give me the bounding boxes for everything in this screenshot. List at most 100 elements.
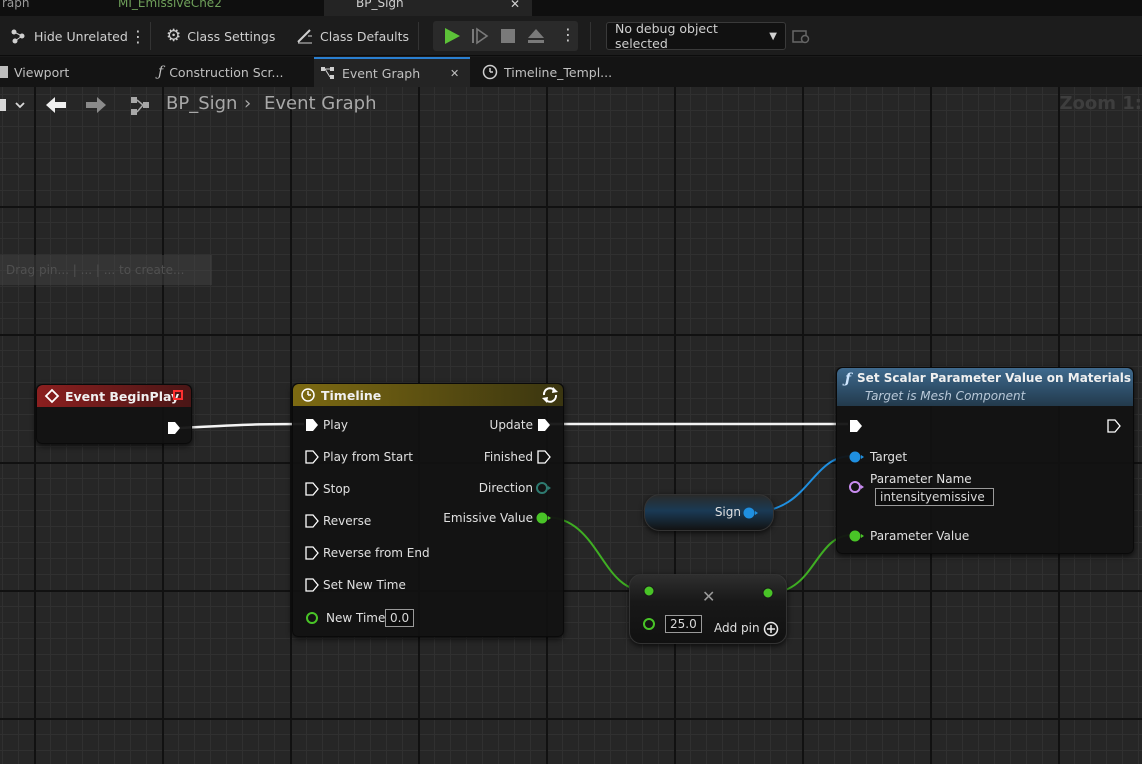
float-in-pin[interactable]: [849, 529, 865, 543]
class-defaults-icon: [297, 29, 312, 44]
multiply-node[interactable]: 25.0 ✕ Add pin: [629, 574, 787, 644]
more-options-icon[interactable]: ⋮: [130, 24, 146, 48]
node-header: Event BeginPlay: [37, 385, 191, 407]
pin-label-parameter-name: Parameter Name: [870, 472, 972, 486]
tab-label: Event Graph: [342, 65, 421, 81]
timeline-node[interactable]: Timeline Play Play from Start Stop Rever…: [292, 383, 564, 637]
pin-label-new-time: New Time: [326, 611, 386, 625]
exec-out-pin[interactable]: [537, 418, 551, 432]
exec-in-pin[interactable]: [305, 578, 319, 592]
pin-label-play-from-start: Play from Start: [323, 450, 413, 464]
stop-icon[interactable]: [501, 29, 515, 43]
function-icon: ƒ: [158, 64, 164, 80]
eject-icon[interactable]: [527, 28, 545, 44]
play-icon[interactable]: [443, 27, 461, 45]
debug-object-select[interactable]: No debug object selected ▼: [606, 21, 786, 51]
asset-tab-strip: raph MI_EmissiveChe2 BP_Sign ✕: [0, 0, 1142, 16]
asset-tab-label: BP_Sign: [356, 0, 404, 10]
toolbar-divider: [590, 22, 591, 50]
exec-in-pin[interactable]: [305, 450, 319, 464]
pin-label-update: Update: [489, 418, 533, 432]
enum-out-pin[interactable]: [535, 481, 551, 495]
tab-timeline-template[interactable]: Timeline_Templ...: [476, 57, 618, 87]
asset-tab-material-instance[interactable]: MI_EmissiveChe2: [110, 0, 230, 16]
gear-icon: ⚙: [166, 26, 182, 46]
hide-unrelated-icon: [11, 29, 25, 44]
pin-label-reverse: Reverse: [323, 514, 372, 528]
float-in-pin[interactable]: [642, 617, 656, 631]
exec-wire: [179, 422, 305, 430]
float-out-pin[interactable]: [761, 586, 775, 600]
exec-out-pin[interactable]: [537, 450, 551, 464]
delegate-pin-icon[interactable]: [173, 390, 183, 400]
asset-tab-label: raph: [2, 0, 30, 10]
class-settings-button[interactable]: ⚙ Class Settings: [166, 24, 275, 48]
close-icon[interactable]: ✕: [450, 67, 459, 80]
function-icon: ƒ: [845, 371, 852, 387]
tab-viewport[interactable]: Viewport: [0, 57, 75, 87]
add-pin-label[interactable]: Add pin: [714, 621, 760, 635]
graph-icon: [321, 67, 334, 79]
name-in-pin[interactable]: [849, 480, 865, 494]
pin-label-stop: Stop: [323, 482, 351, 496]
clock-icon: [301, 388, 315, 402]
sign-variable-node[interactable]: Sign: [644, 494, 774, 531]
set-scalar-parameter-node[interactable]: ƒ Set Scalar Parameter Value on Material…: [836, 367, 1134, 554]
hide-unrelated-label: Hide Unrelated: [34, 28, 128, 44]
pin-label-direction: Direction: [478, 481, 533, 495]
exec-out-pin[interactable]: [1107, 419, 1121, 433]
object-out-pin[interactable]: [743, 506, 759, 520]
step-icon[interactable]: [471, 27, 489, 45]
toolbar: Hide Unrelated ⋮ ⚙ Class Settings Class …: [0, 16, 1142, 56]
viewport-icon: [0, 66, 8, 78]
parameter-name-input[interactable]: intensityemissive: [875, 488, 994, 506]
class-settings-label: Class Settings: [187, 28, 276, 44]
node-header: Timeline: [293, 384, 563, 406]
exec-out-pin[interactable]: [167, 421, 181, 435]
add-pin-icon[interactable]: [763, 621, 779, 637]
float-in-pin[interactable]: [642, 584, 656, 598]
class-defaults-label: Class Defaults: [320, 28, 410, 44]
pin-label-parameter-value: Parameter Value: [870, 529, 970, 543]
exec-in-pin[interactable]: [305, 482, 319, 496]
asset-tab-bp-sign[interactable]: BP_Sign ✕: [324, 0, 532, 16]
multiplier-input[interactable]: 25.0: [665, 615, 702, 633]
exec-in-pin[interactable]: [305, 546, 319, 560]
exec-in-pin[interactable]: [305, 418, 319, 432]
asset-tab-label: MI_EmissiveChe2: [118, 0, 222, 10]
play-controls: ⋮: [433, 21, 578, 51]
event-beginplay-node[interactable]: Event BeginPlay: [36, 384, 192, 444]
event-icon: [44, 388, 60, 404]
toolbar-divider: [418, 22, 419, 50]
pin-label-emissive-value: Emissive Value: [443, 511, 533, 525]
document-tab-bar: Viewport ƒ Construction Scr... Event Gra…: [0, 57, 1142, 87]
node-title: Set Scalar Parameter Value on Materials: [857, 371, 1132, 385]
pin-label-target: Target: [870, 450, 908, 464]
variable-label: Sign: [714, 505, 741, 519]
pin-label-play: Play: [323, 418, 349, 432]
exec-in-pin[interactable]: [305, 514, 319, 528]
tab-event-graph[interactable]: Event Graph ✕: [314, 57, 470, 87]
close-icon[interactable]: ✕: [510, 0, 520, 11]
asset-tab-graph[interactable]: raph: [0, 0, 38, 16]
hide-unrelated-button[interactable]: Hide Unrelated: [10, 24, 128, 48]
float-in-pin[interactable]: [305, 611, 319, 625]
chevron-down-icon: ▼: [769, 30, 777, 42]
tab-label: Timeline_Templ...: [504, 64, 613, 80]
pin-label-reverse-from-end: Reverse from End: [323, 546, 430, 560]
pin-label-set-new-time: Set New Time: [323, 578, 406, 592]
tab-construction-script[interactable]: ƒ Construction Scr...: [152, 57, 289, 87]
tab-label: Viewport: [14, 64, 70, 80]
graph-canvas[interactable]: BP_Sign › Event Graph Zoom 1: Drag pin..…: [0, 87, 1142, 764]
browse-debug-icon[interactable]: [792, 28, 810, 44]
node-subtitle: Target is Mesh Component: [865, 389, 1026, 403]
new-time-input[interactable]: 0.0: [385, 609, 415, 627]
play-options-icon[interactable]: ⋮: [560, 25, 576, 44]
class-defaults-button[interactable]: Class Defaults: [296, 24, 409, 48]
loop-icon: [542, 387, 558, 403]
exec-in-pin[interactable]: [849, 419, 863, 433]
float-out-pin[interactable]: [535, 511, 551, 525]
object-in-pin[interactable]: [849, 450, 865, 464]
multiply-icon: ✕: [702, 587, 716, 606]
node-title: Event BeginPlay: [65, 388, 180, 404]
